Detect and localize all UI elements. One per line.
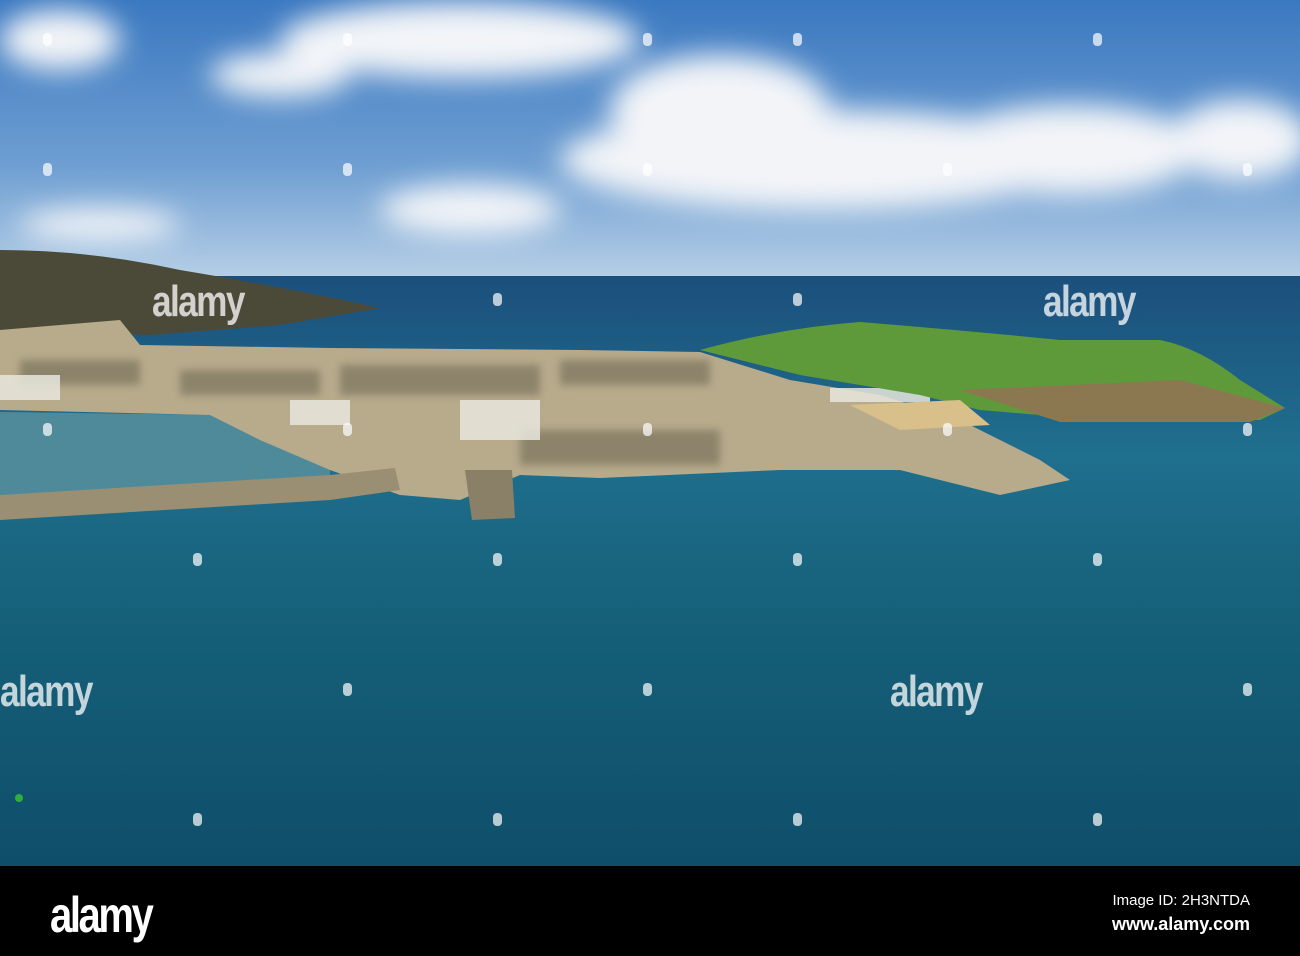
watermark-dot: [643, 423, 652, 436]
watermark-dot: [493, 293, 502, 306]
jetty: [465, 470, 515, 520]
watermark-dot: [793, 553, 802, 566]
watermark-dot: [643, 163, 652, 176]
alamy-logo[interactable]: alamy: [50, 886, 154, 944]
watermark-dot: [43, 33, 52, 46]
watermark-dot: [1093, 553, 1102, 566]
site-url[interactable]: www.alamy.com: [1112, 914, 1250, 935]
watermark-dot: [343, 33, 352, 46]
watermark-dot: [343, 163, 352, 176]
watermark-dot: [43, 423, 52, 436]
watermark-dot: [343, 683, 352, 696]
watermark-dot: [1243, 163, 1252, 176]
watermark-dot: [943, 163, 952, 176]
watermark-dot: [493, 813, 502, 826]
watermark-dot: [1243, 683, 1252, 696]
image-id: Image ID: 2H3NTDA: [1112, 892, 1250, 909]
watermark-dot: [643, 33, 652, 46]
watermark-dot: [793, 33, 802, 46]
watermark-dot: [343, 423, 352, 436]
stock-photo-page: alamy alamy alamy alamy alamy Image ID: …: [0, 0, 1300, 956]
buoy: [15, 794, 23, 802]
watermark-dot: [193, 813, 202, 826]
watermark-dot: [1243, 423, 1252, 436]
watermark-dot: [793, 813, 802, 826]
footer-bar: alamy Image ID: 2H3NTDA www.alamy.com: [0, 866, 1300, 956]
watermark-dot: [493, 553, 502, 566]
watermark-alamy: alamy: [890, 667, 983, 716]
watermark-dot: [43, 163, 52, 176]
watermark-dot: [193, 553, 202, 566]
watermark-alamy: alamy: [1043, 277, 1136, 326]
watermark-dot: [793, 293, 802, 306]
watermark-dot: [943, 423, 952, 436]
watermark-dot: [1093, 33, 1102, 46]
watermark-dot: [643, 683, 652, 696]
watermark-alamy: alamy: [152, 277, 245, 326]
watermark-alamy: alamy: [0, 667, 93, 716]
watermark-dot: [1093, 813, 1102, 826]
